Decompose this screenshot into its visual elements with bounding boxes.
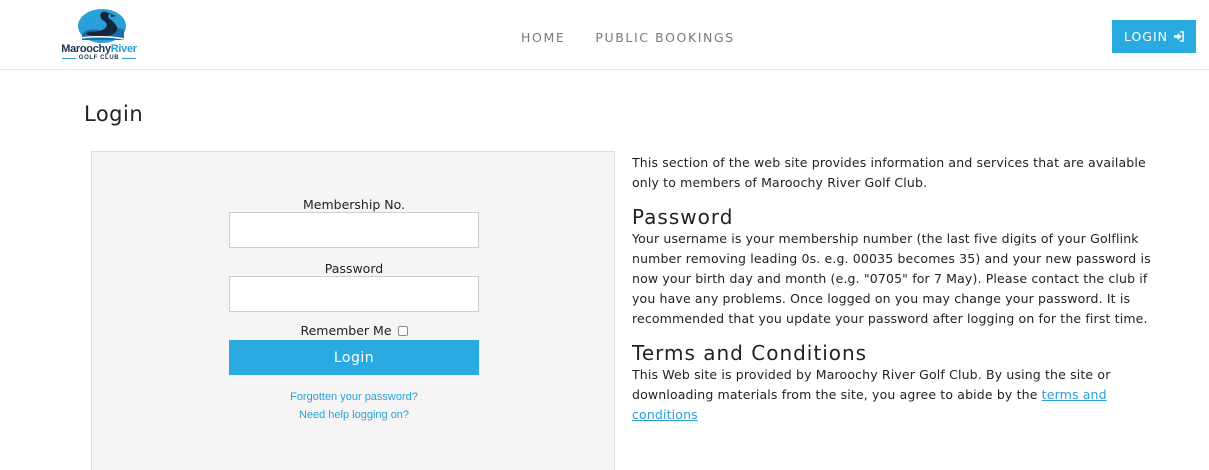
login-form-panel: Membership No. Password Remember Me Logi… bbox=[91, 151, 615, 470]
swan-logo-icon bbox=[75, 9, 126, 43]
membership-input[interactable] bbox=[229, 212, 479, 248]
help-logging-on-link[interactable]: Need help logging on? bbox=[229, 409, 479, 421]
info-section: This section of the web site provides in… bbox=[632, 153, 1172, 425]
header-login-label: LOGIN bbox=[1123, 29, 1169, 44]
site-header: MaroochyRiver GOLF CLUB HOME PUBLIC BOOK… bbox=[0, 0, 1209, 70]
sign-in-icon bbox=[1173, 31, 1184, 42]
login-submit-button[interactable]: Login bbox=[229, 340, 479, 375]
password-input[interactable] bbox=[229, 276, 479, 312]
terms-info-paragraph: This Web site is provided by Maroochy Ri… bbox=[632, 365, 1172, 425]
intro-text: This section of the web site provides in… bbox=[632, 155, 1146, 190]
club-logo[interactable]: MaroochyRiver GOLF CLUB bbox=[58, 6, 140, 64]
logo-divider-right bbox=[122, 58, 136, 59]
nav-home[interactable]: HOME bbox=[521, 30, 565, 45]
nav-public-bookings[interactable]: PUBLIC BOOKINGS bbox=[595, 30, 735, 45]
remember-me-label: Remember Me bbox=[300, 323, 392, 338]
terms-info-text: This Web site is provided by Maroochy Ri… bbox=[632, 367, 1111, 402]
remember-me-row: Remember Me bbox=[229, 323, 479, 338]
password-label: Password bbox=[324, 261, 384, 276]
forgot-password-link[interactable]: Forgotten your password? bbox=[229, 391, 479, 403]
membership-label: Membership No. bbox=[303, 197, 405, 212]
password-heading: Password bbox=[632, 205, 734, 229]
header-login-button[interactable]: LOGIN bbox=[1112, 20, 1196, 53]
main-nav: HOME PUBLIC BOOKINGS bbox=[521, 30, 735, 45]
page-title: Login bbox=[84, 102, 144, 126]
terms-heading: Terms and Conditions bbox=[632, 341, 868, 365]
logo-wordmark: MaroochyRiver bbox=[61, 43, 137, 55]
remember-me-checkbox[interactable] bbox=[397, 326, 408, 336]
password-info-text: Your username is your membership number … bbox=[632, 231, 1151, 326]
